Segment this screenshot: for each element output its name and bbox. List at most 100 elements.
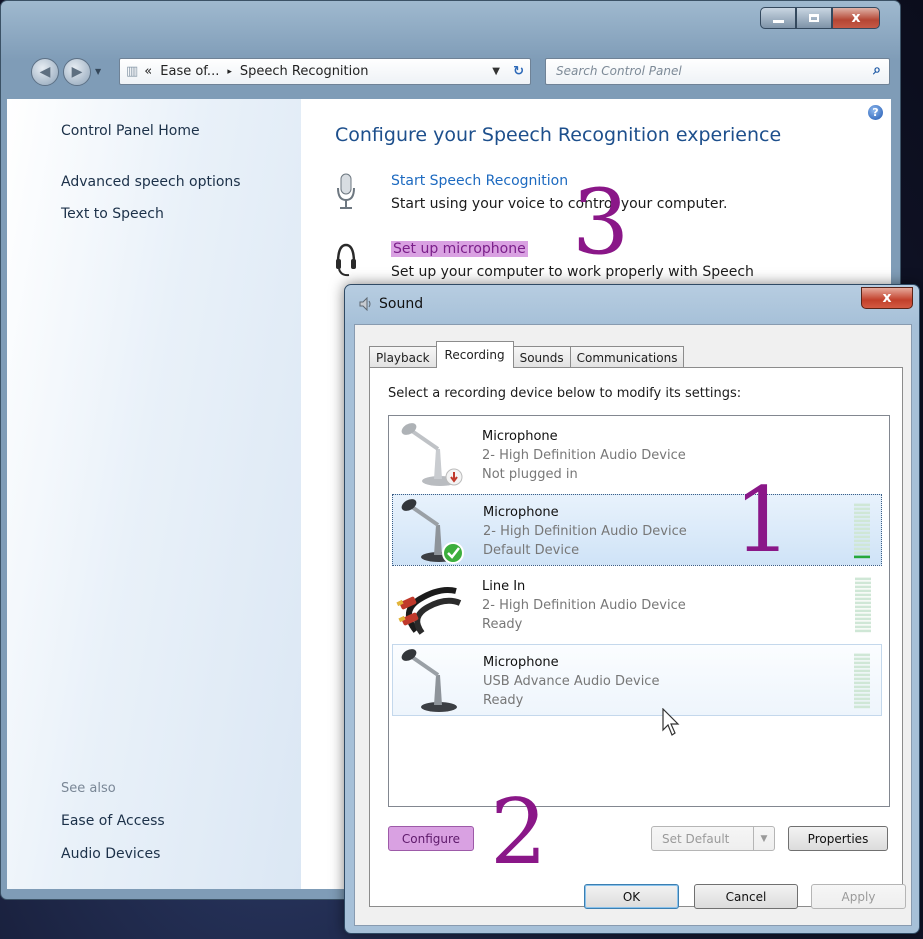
address-bar[interactable]: ▥ « Ease of... ▸ Speech Recognition ▼ ↻ [119, 58, 531, 85]
device-driver: USB Advance Audio Device [483, 674, 660, 689]
device-driver: 2- High Definition Audio Device [483, 524, 687, 539]
annotation-number-2: 2 [490, 780, 548, 885]
apply-button[interactable]: Apply [811, 884, 906, 909]
close-button[interactable]: x [832, 7, 880, 29]
device-item-microphone-not-plugged[interactable]: Microphone 2- High Definition Audio Devi… [392, 419, 882, 491]
microphone-default-icon [401, 499, 464, 564]
level-meter-segment [854, 697, 870, 701]
tab-communications[interactable]: Communications [569, 346, 685, 368]
level-meter-segment [854, 673, 870, 677]
see-also-ease-of-access[interactable]: Ease of Access [61, 813, 165, 829]
start-speech-recognition-description: Start using your voice to control your c… [391, 196, 728, 212]
search-icon[interactable]: ⌕ [873, 62, 881, 78]
help-icon[interactable]: ? [868, 105, 883, 120]
device-status: Not plugged in [482, 467, 578, 482]
tab-recording[interactable]: Recording [435, 341, 514, 368]
breadcrumb-speech-recognition[interactable]: Speech Recognition [240, 64, 369, 79]
navigation-bar: ◀ ▶ ▼ ▥ « Ease of... ▸ Speech Recognitio… [1, 49, 900, 95]
cancel-button[interactable]: Cancel [694, 884, 798, 909]
sound-dialog: Sound x Playback Recording Sounds Commun… [344, 284, 920, 934]
set-up-microphone-link[interactable]: Set up microphone [391, 241, 528, 257]
left-navigation-pane: Control Panel Home Advanced speech optio… [7, 99, 301, 889]
annotation-number-1: 1 [734, 468, 792, 573]
set-default-button[interactable]: Set Default ▼ [651, 826, 775, 851]
level-meter-segment [855, 625, 871, 629]
device-item-microphone-default[interactable]: Microphone 2- High Definition Audio Devi… [392, 494, 882, 566]
mouse-cursor-icon [662, 708, 680, 736]
level-meter-segment [854, 527, 870, 531]
level-meter-segment [854, 535, 870, 539]
level-meter-segment [854, 515, 870, 519]
level-meter-segment [854, 705, 870, 709]
sidebar-item-text-to-speech[interactable]: Text to Speech [61, 206, 164, 222]
microphone-unplugged-icon [401, 423, 463, 486]
close-icon: x [882, 290, 892, 306]
breadcrumb-prefix[interactable]: « [144, 64, 152, 79]
see-also-heading: See also [61, 781, 116, 796]
address-dropdown-icon[interactable]: ▼ [492, 66, 500, 77]
level-meter-segment [854, 657, 870, 661]
level-meter-segment [854, 551, 870, 555]
search-placeholder: Search Control Panel [556, 64, 682, 78]
level-meter-segment [855, 601, 871, 605]
tab-strip: Playback Recording Sounds Communications [369, 341, 685, 368]
back-button[interactable]: ◀ [31, 58, 59, 86]
level-meter-segment [855, 609, 871, 613]
level-meter-segment [855, 629, 871, 633]
level-meter-segment [854, 519, 870, 523]
level-meter-segment [854, 539, 870, 543]
breadcrumb-separator-icon[interactable]: ▸ [227, 67, 232, 77]
level-meter-segment [854, 503, 870, 507]
minimize-button[interactable] [760, 7, 796, 29]
breadcrumb-ease-of-access[interactable]: Ease of... [160, 64, 219, 79]
level-meter-segment [855, 589, 871, 593]
control-panel-folder-icon: ▥ [126, 64, 139, 79]
speaker-icon [359, 297, 371, 311]
dialog-close-button[interactable]: x [861, 287, 913, 309]
control-panel-home-link[interactable]: Control Panel Home [61, 123, 200, 139]
level-meter-segment [855, 577, 871, 581]
minimize-icon [772, 20, 784, 23]
level-meter-segment [854, 701, 870, 705]
annotation-number-3: 3 [572, 170, 630, 275]
instructions-text: Select a recording device below to modif… [388, 386, 742, 401]
level-meter-segment [855, 581, 871, 585]
headset-icon [336, 243, 356, 277]
device-item-line-in[interactable]: Line In 2- High Definition Audio Device … [392, 569, 882, 641]
set-default-dropdown-icon[interactable]: ▼ [753, 827, 774, 850]
level-meter-segment [854, 693, 870, 697]
dialog-body: Playback Recording Sounds Communications… [354, 324, 912, 926]
level-meter-segment [854, 523, 870, 527]
device-status: Ready [483, 693, 524, 708]
device-item-microphone-usb[interactable]: Microphone USB Advance Audio Device Read… [392, 644, 882, 716]
recording-device-list[interactable]: Microphone 2- High Definition Audio Devi… [388, 415, 890, 807]
search-input[interactable]: Search Control Panel ⌕ [545, 58, 890, 85]
microphone-icon [337, 173, 355, 209]
level-meter-segment [854, 531, 870, 535]
ok-button[interactable]: OK [584, 884, 679, 909]
tab-playback[interactable]: Playback [369, 346, 437, 368]
start-speech-recognition-link[interactable]: Start Speech Recognition [391, 173, 568, 189]
level-meter-segment [855, 585, 871, 589]
device-driver: 2- High Definition Audio Device [482, 598, 686, 613]
recent-pages-dropdown-icon[interactable]: ▼ [95, 67, 101, 76]
maximize-button[interactable] [796, 7, 832, 29]
level-meter-segment [854, 547, 870, 551]
configure-button[interactable]: Configure [388, 826, 474, 851]
level-meter-segment [855, 613, 871, 617]
level-meter-segment [854, 555, 870, 559]
level-meter-segment [855, 593, 871, 597]
device-status: Default Device [483, 543, 580, 558]
sidebar-item-advanced-speech-options[interactable]: Advanced speech options [61, 174, 241, 190]
level-meter-segment [854, 681, 870, 685]
back-arrow-icon: ◀ [39, 64, 51, 80]
level-meter-segment [854, 653, 870, 657]
properties-button[interactable]: Properties [788, 826, 888, 851]
maximize-icon [809, 14, 819, 22]
see-also-audio-devices[interactable]: Audio Devices [61, 846, 160, 862]
level-meter-segment [854, 665, 870, 669]
forward-button[interactable]: ▶ [63, 58, 91, 86]
device-driver: 2- High Definition Audio Device [482, 448, 686, 463]
tab-sounds[interactable]: Sounds [512, 346, 571, 368]
refresh-icon[interactable]: ↻ [513, 64, 524, 79]
